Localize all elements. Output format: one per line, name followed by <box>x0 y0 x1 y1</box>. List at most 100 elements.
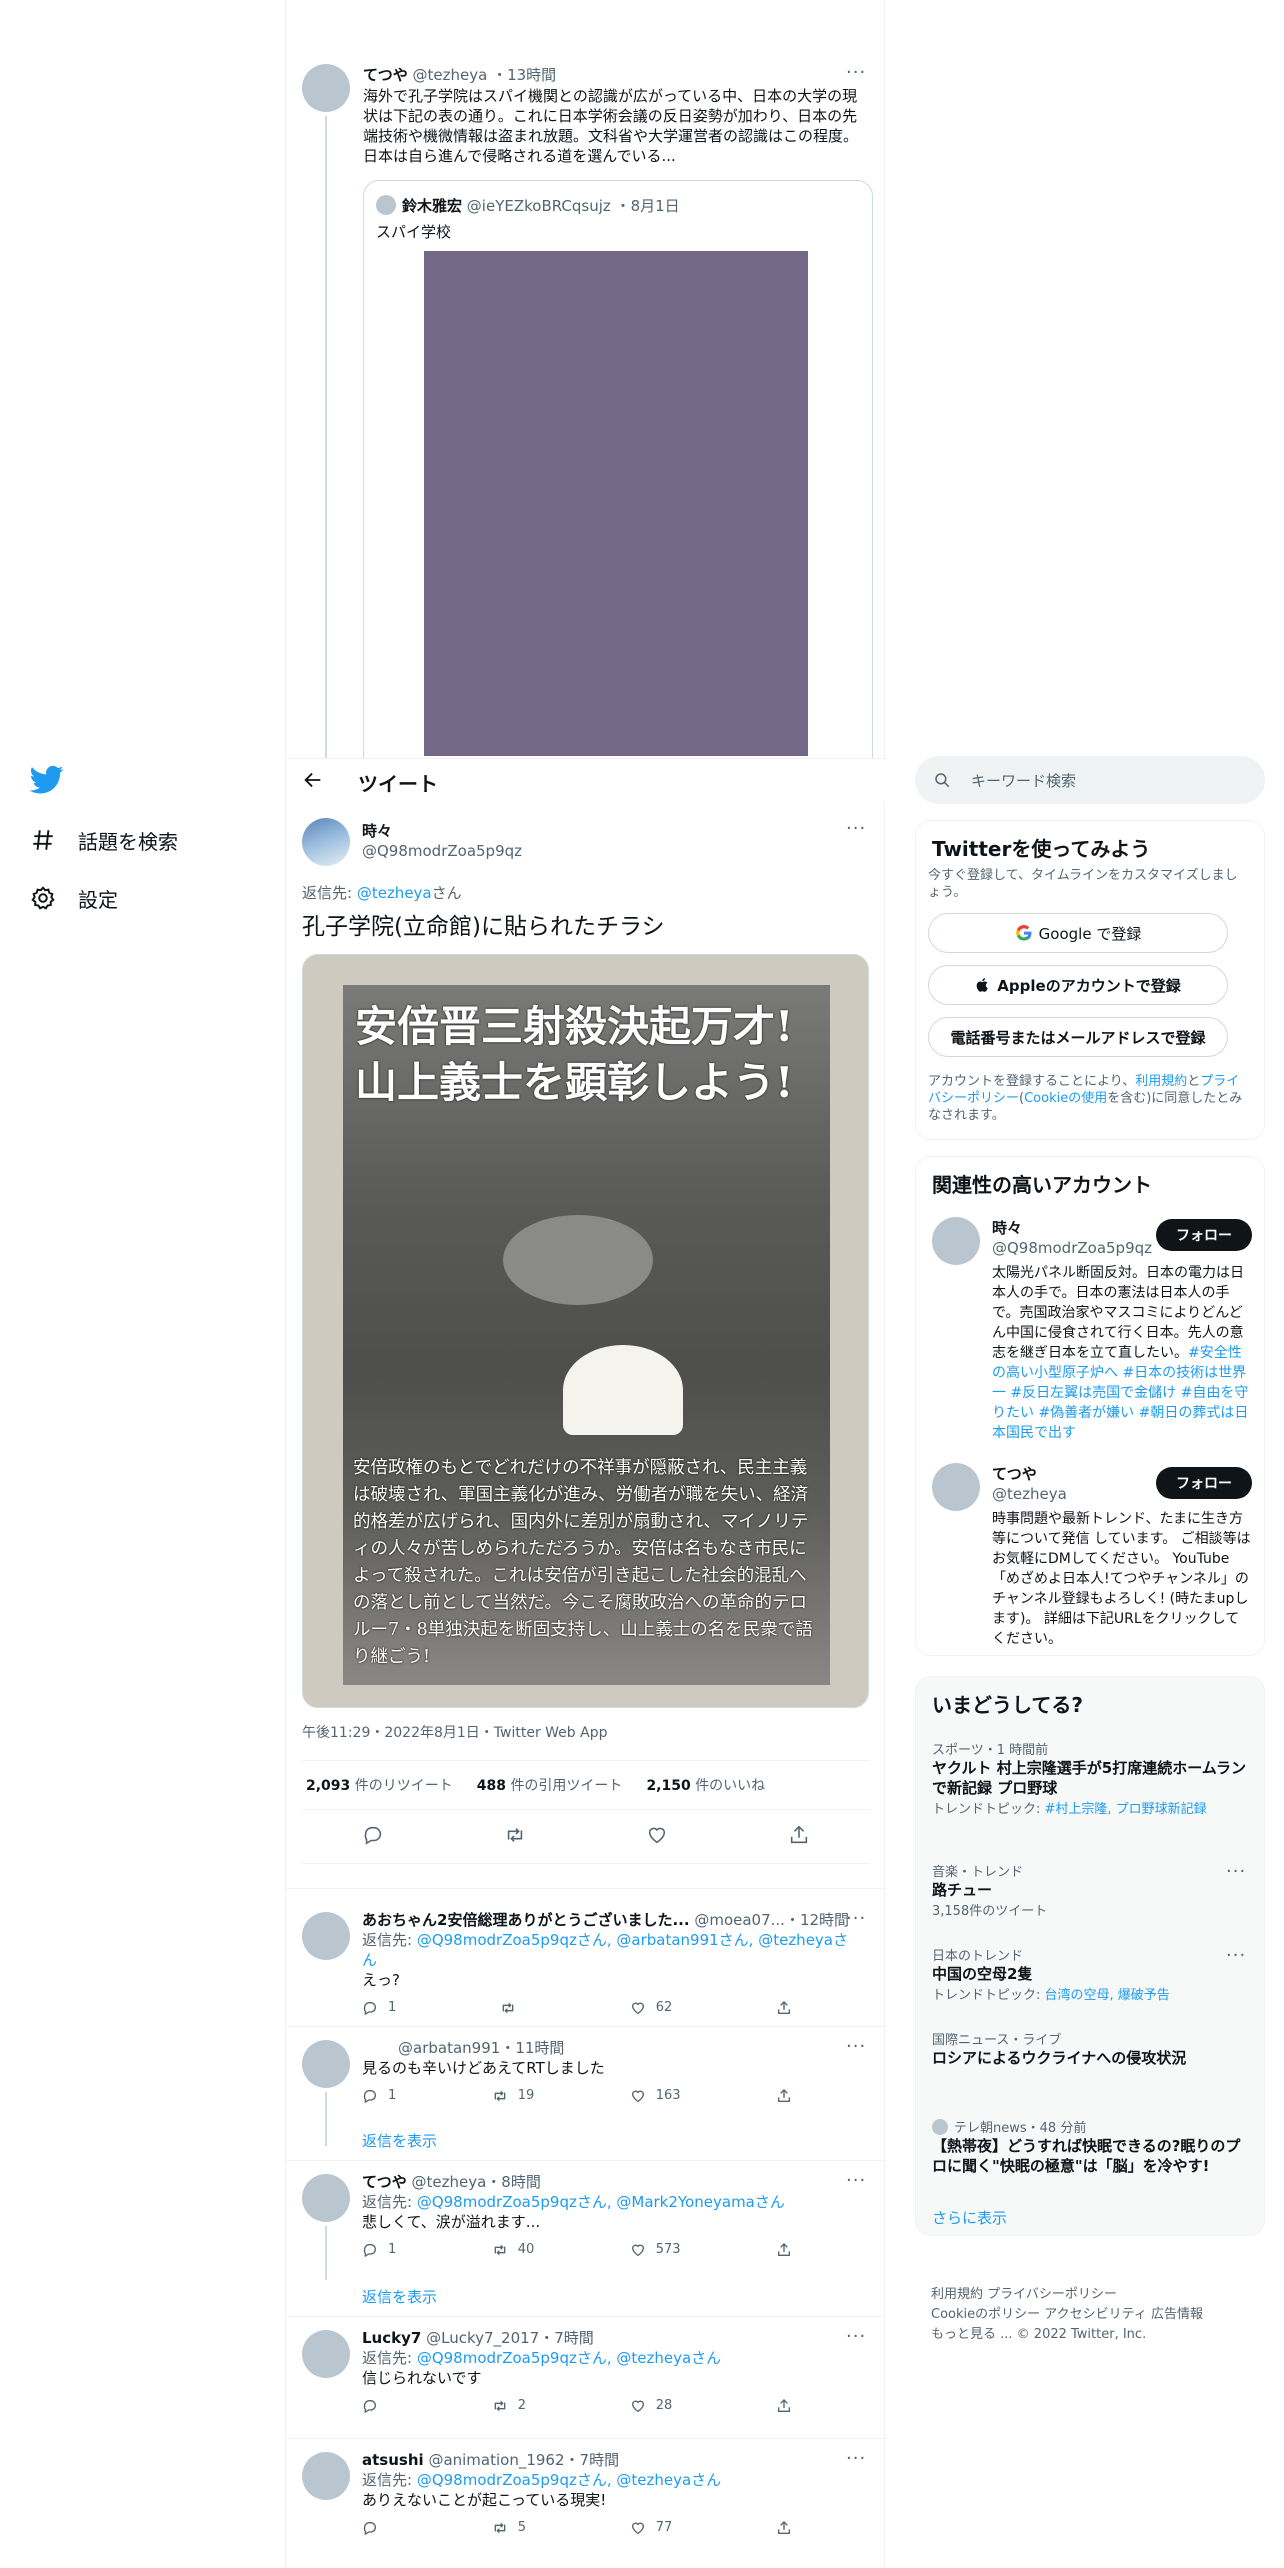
account-name[interactable]: 時々 <box>992 1217 1022 1238</box>
more-icon[interactable]: ··· <box>1226 1861 1246 1882</box>
author-handle[interactable]: @Q98modrZoa5p9qz <box>362 842 522 860</box>
retweet-button[interactable]: 5 <box>492 2518 526 2538</box>
reply-button[interactable]: 1 <box>362 1998 396 2018</box>
share-button[interactable] <box>776 2086 792 2106</box>
reply-to-links[interactable]: @Q98modrZoa5p9qzさん, @tezheyaさん <box>417 2349 721 2367</box>
tweet-time[interactable]: 11時間 <box>515 2039 564 2057</box>
author-handle[interactable]: @Lucky7_2017 <box>426 2329 539 2347</box>
quote-tweet-card[interactable]: 鈴木雅宏 @ieYEZkoBRCqsujz ・8月1日 スパイ学校 <box>363 180 873 800</box>
retweet-button[interactable]: 19 <box>492 2086 534 2106</box>
author-name[interactable]: 時々 <box>362 820 392 841</box>
author-handle[interactable]: @moea07... <box>694 1911 785 1929</box>
like-button[interactable]: 77 <box>630 2518 672 2538</box>
reply-tweet[interactable]: atsushi @animation_1962・7時間 返信先: @Q98mod… <box>286 2440 886 2560</box>
share-icon[interactable] <box>788 1824 810 1850</box>
account-handle[interactable]: @Q98modrZoa5p9qz <box>992 1239 1152 1257</box>
reply-button[interactable] <box>362 2518 388 2538</box>
share-button[interactable] <box>776 2518 792 2538</box>
like-icon[interactable] <box>646 1824 668 1850</box>
follow-button[interactable]: フォロー <box>1156 1467 1252 1499</box>
share-button[interactable] <box>776 2396 792 2416</box>
avatar[interactable] <box>932 1463 980 1511</box>
avatar[interactable] <box>302 2040 350 2088</box>
retweet-button[interactable]: 40 <box>492 2240 534 2260</box>
footer-links[interactable]: 利用規約 プライバシーポリシー <box>931 2285 1261 2305</box>
retweets-stat[interactable]: 2,093 件のリツイート <box>306 1775 453 1795</box>
more-icon[interactable]: ··· <box>846 62 866 83</box>
tweet-image[interactable]: 安倍晋三射殺決起万才! 山上義士を顕彰しよう! 安倍政権のもとでどれだけの不祥事… <box>302 954 869 1708</box>
quotes-stat[interactable]: 488 件の引用ツイート <box>477 1775 623 1795</box>
share-button[interactable] <box>776 1998 792 2018</box>
tweet-time[interactable]: 7時間 <box>554 2329 594 2347</box>
avatar[interactable] <box>302 2330 350 2378</box>
reply-button[interactable]: 1 <box>362 2240 396 2260</box>
tweet-timestamp[interactable]: 午後11:29・2022年8月1日・Twitter Web App <box>302 1722 607 1742</box>
more-icon[interactable]: ··· <box>846 2326 866 2347</box>
trend-item[interactable]: 国際ニュース・ライブ ロシアによるウクライナへの侵攻状況 <box>932 2029 1252 2068</box>
trend-item[interactable]: テレ朝news・48 分前 【熱帯夜】どうすれば快眠できるの?眠りのプロに聞く"… <box>932 2117 1252 2176</box>
retweet-button[interactable] <box>500 1998 526 2018</box>
reply-button[interactable]: 1 <box>362 2086 396 2106</box>
reply-to-links[interactable]: @Q98modrZoa5p9qzさん, @Mark2Yoneyamaさん <box>417 2193 785 2211</box>
retweet-icon[interactable] <box>504 1824 526 1850</box>
like-button[interactable]: 28 <box>630 2396 672 2416</box>
google-signup-button[interactable]: Google で登録 <box>928 913 1228 953</box>
reply-tweet[interactable]: Lucky7 @Lucky7_2017・7時間 返信先: @Q98modrZoa… <box>286 2318 886 2438</box>
reply-to-links[interactable]: @Q98modrZoa5p9qzさん, @arbatan991さん, @tezh… <box>362 1931 848 1969</box>
author-handle[interactable]: @tezheya <box>411 2173 486 2191</box>
more-icon[interactable]: ··· <box>846 1908 866 1929</box>
avatar[interactable] <box>302 818 350 866</box>
author-name[interactable]: てつや <box>362 2173 407 2191</box>
reply-to-link[interactable]: @tezheya <box>357 884 432 902</box>
avatar[interactable] <box>302 64 350 112</box>
reply-to-links[interactable]: @Q98modrZoa5p9qzさん, @tezheyaさん <box>417 2471 721 2489</box>
parent-tweet[interactable]: てつや @tezheya ・13時間 ··· 海外で孔子学院はスパイ機関との認識… <box>286 40 886 800</box>
apple-signup-button[interactable]: Appleのアカウントで登録 <box>928 965 1228 1005</box>
account-handle[interactable]: @tezheya <box>992 1485 1067 1503</box>
tweet-time[interactable]: 13時間 <box>507 66 556 84</box>
footer-links[interactable]: もっと見る ... © 2022 Twitter, Inc. <box>931 2325 1261 2345</box>
more-icon[interactable]: ··· <box>846 2448 866 2469</box>
author-name[interactable]: あおちゃん2安倍総理ありがとうございました... <box>362 1911 690 1929</box>
back-arrow-icon[interactable] <box>302 769 324 795</box>
more-icon[interactable]: ··· <box>846 2170 866 2191</box>
phone-email-signup-button[interactable]: 電話番号またはメールアドレスで登録 <box>928 1017 1228 1057</box>
trend-item[interactable]: 音楽・トレンド 路チュー 3,158件のツイート <box>932 1861 1252 1919</box>
author-name[interactable]: てつや <box>363 66 408 84</box>
reply-tweet[interactable]: てつや @tezheya・8時間 返信先: @Q98modrZoa5p9qzさん… <box>286 2162 886 2282</box>
trend-item[interactable]: 日本のトレンド 中国の空母2隻 トレンドトピック: 台湾の空母, 爆破予告 <box>932 1945 1252 2003</box>
trend-topic-links[interactable]: #村上宗隆, プロ野球新記録 <box>1045 1802 1207 1817</box>
follow-button[interactable]: フォロー <box>1156 1219 1252 1251</box>
reply-button[interactable] <box>362 2396 388 2416</box>
reply-icon[interactable] <box>362 1824 384 1850</box>
retweet-button[interactable]: 2 <box>492 2396 526 2416</box>
like-button[interactable]: 62 <box>630 1998 672 2018</box>
tweet-time[interactable]: 8時間 <box>501 2173 541 2191</box>
footer-links[interactable]: Cookieのポリシー アクセシビリティ 広告情報 <box>931 2305 1261 2325</box>
cookie-link[interactable]: Cookieの使用 <box>1024 1091 1107 1106</box>
avatar[interactable] <box>932 1217 980 1265</box>
tweet-time[interactable]: 12時間 <box>800 1911 849 1929</box>
nav-explore[interactable]: 話題を検索 <box>30 820 178 860</box>
likes-stat[interactable]: 2,150 件のいいね <box>646 1775 765 1795</box>
author-handle[interactable]: @animation_1962 <box>428 2451 564 2469</box>
show-more-link[interactable]: さらに表示 <box>932 2207 1007 2228</box>
like-button[interactable]: 573 <box>630 2240 681 2260</box>
trend-item[interactable]: スポーツ・1 時間前 ヤクルト 村上宗隆選手が5打席連続ホームランで新記録 プロ… <box>932 1739 1252 1817</box>
share-button[interactable] <box>776 2240 792 2260</box>
terms-link[interactable]: 利用規約 <box>1135 1074 1187 1089</box>
tweet-time[interactable]: 7時間 <box>580 2451 620 2469</box>
author-name[interactable]: atsushi <box>362 2451 424 2469</box>
search-input[interactable]: キーワード検索 <box>915 756 1265 804</box>
author-handle[interactable]: @arbatan991 <box>398 2039 500 2057</box>
more-icon[interactable]: ··· <box>846 2036 866 2057</box>
author-name[interactable]: Lucky7 <box>362 2329 421 2347</box>
quote-image[interactable] <box>424 251 808 756</box>
show-replies-link[interactable]: 返信を表示 <box>362 2130 437 2151</box>
avatar[interactable] <box>302 2174 350 2222</box>
trend-topic-links[interactable]: 台湾の空母, 爆破予告 <box>1045 1988 1170 2003</box>
avatar[interactable] <box>302 1912 350 1960</box>
show-replies-link[interactable]: 返信を表示 <box>362 2286 437 2307</box>
reply-tweet[interactable]: あおちゃん2安倍総理ありがとうございました... @moea07...・12時間… <box>286 1900 886 2016</box>
author-handle[interactable]: @tezheya <box>412 66 487 84</box>
